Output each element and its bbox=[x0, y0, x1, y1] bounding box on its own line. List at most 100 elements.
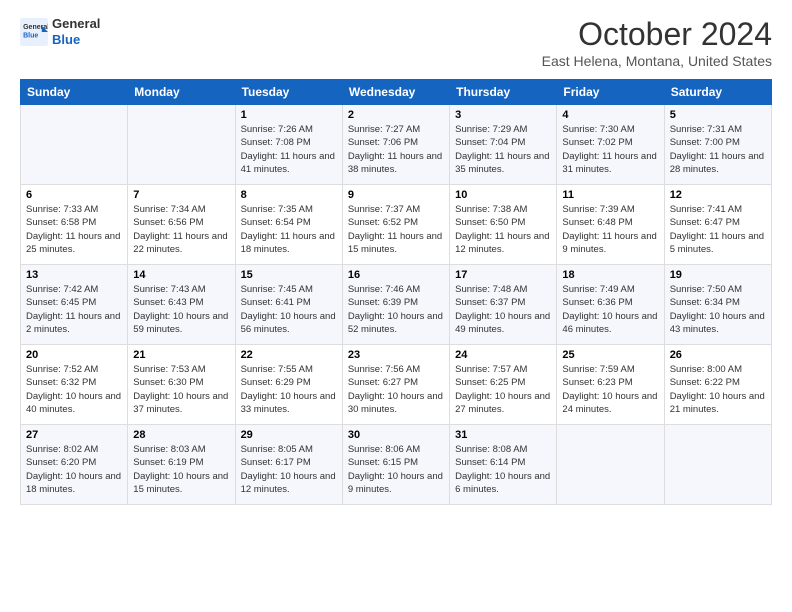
day-number: 23 bbox=[348, 349, 444, 361]
day-number: 4 bbox=[562, 109, 658, 121]
day-number: 3 bbox=[455, 109, 551, 121]
header-day-tuesday: Tuesday bbox=[235, 80, 342, 105]
day-cell-6: 6 Sunrise: 7:33 AM Sunset: 6:58 PM Daylig… bbox=[21, 185, 128, 265]
location: East Helena, Montana, United States bbox=[542, 53, 772, 69]
day-info: Sunrise: 7:31 AM Sunset: 7:00 PM Dayligh… bbox=[670, 123, 766, 176]
day-cell-12: 12 Sunrise: 7:41 AM Sunset: 6:47 PM Dayli… bbox=[664, 185, 771, 265]
day-number: 28 bbox=[133, 429, 229, 441]
day-cell-4: 4 Sunrise: 7:30 AM Sunset: 7:02 PM Daylig… bbox=[557, 105, 664, 185]
day-info: Sunrise: 7:27 AM Sunset: 7:06 PM Dayligh… bbox=[348, 123, 444, 176]
header-day-monday: Monday bbox=[128, 80, 235, 105]
day-number: 27 bbox=[26, 429, 122, 441]
day-number: 29 bbox=[241, 429, 337, 441]
day-info: Sunrise: 8:00 AM Sunset: 6:22 PM Dayligh… bbox=[670, 363, 766, 416]
page-header: General Blue General Blue October 2024 E… bbox=[20, 16, 772, 69]
logo-name-blue: Blue bbox=[52, 32, 100, 48]
day-info: Sunrise: 7:55 AM Sunset: 6:29 PM Dayligh… bbox=[241, 363, 337, 416]
day-info: Sunrise: 7:30 AM Sunset: 7:02 PM Dayligh… bbox=[562, 123, 658, 176]
day-number: 9 bbox=[348, 189, 444, 201]
week-row-2: 6 Sunrise: 7:33 AM Sunset: 6:58 PM Daylig… bbox=[21, 185, 772, 265]
day-info: Sunrise: 7:57 AM Sunset: 6:25 PM Dayligh… bbox=[455, 363, 551, 416]
day-cell-28: 28 Sunrise: 8:03 AM Sunset: 6:19 PM Dayli… bbox=[128, 425, 235, 505]
day-number: 7 bbox=[133, 189, 229, 201]
day-info: Sunrise: 7:33 AM Sunset: 6:58 PM Dayligh… bbox=[26, 203, 122, 256]
logo-name-general: General bbox=[52, 16, 100, 32]
day-info: Sunrise: 7:39 AM Sunset: 6:48 PM Dayligh… bbox=[562, 203, 658, 256]
day-number: 15 bbox=[241, 269, 337, 281]
header-day-wednesday: Wednesday bbox=[342, 80, 449, 105]
day-number: 31 bbox=[455, 429, 551, 441]
week-row-1: 1Sunrise: 7:26 AM Sunset: 7:08 PM Daylig… bbox=[21, 105, 772, 185]
day-cell-21: 21Sunrise: 7:53 AM Sunset: 6:30 PM Dayli… bbox=[128, 345, 235, 425]
logo: General Blue General Blue bbox=[20, 16, 100, 47]
day-info: Sunrise: 7:56 AM Sunset: 6:27 PM Dayligh… bbox=[348, 363, 444, 416]
day-info: Sunrise: 8:06 AM Sunset: 6:15 PM Dayligh… bbox=[348, 443, 444, 496]
header-row: SundayMondayTuesdayWednesdayThursdayFrid… bbox=[21, 80, 772, 105]
day-cell-19: 19 Sunrise: 7:50 AM Sunset: 6:34 PM Dayli… bbox=[664, 265, 771, 345]
day-info: Sunrise: 7:26 AM Sunset: 7:08 PM Dayligh… bbox=[241, 123, 337, 176]
day-cell-25: 25 Sunrise: 7:59 AM Sunset: 6:23 PM Dayli… bbox=[557, 345, 664, 425]
day-info: Sunrise: 7:42 AM Sunset: 6:45 PM Dayligh… bbox=[26, 283, 122, 336]
day-info: Sunrise: 8:05 AM Sunset: 6:17 PM Dayligh… bbox=[241, 443, 337, 496]
day-cell-8: 8 Sunrise: 7:35 AM Sunset: 6:54 PM Daylig… bbox=[235, 185, 342, 265]
day-info: Sunrise: 7:45 AM Sunset: 6:41 PM Dayligh… bbox=[241, 283, 337, 336]
day-number: 10 bbox=[455, 189, 551, 201]
day-number: 25 bbox=[562, 349, 658, 361]
day-cell-31: 31 Sunrise: 8:08 AM Sunset: 6:14 PM Dayli… bbox=[450, 425, 557, 505]
day-number: 12 bbox=[670, 189, 766, 201]
day-info: Sunrise: 7:37 AM Sunset: 6:52 PM Dayligh… bbox=[348, 203, 444, 256]
day-info: Sunrise: 7:35 AM Sunset: 6:54 PM Dayligh… bbox=[241, 203, 337, 256]
day-cell-22: 22Sunrise: 7:55 AM Sunset: 6:29 PM Dayli… bbox=[235, 345, 342, 425]
day-cell-17: 17Sunrise: 7:48 AM Sunset: 6:37 PM Dayli… bbox=[450, 265, 557, 345]
day-cell-5: 5 Sunrise: 7:31 AM Sunset: 7:00 PM Daylig… bbox=[664, 105, 771, 185]
day-number: 2 bbox=[348, 109, 444, 121]
day-cell-14: 14 Sunrise: 7:43 AM Sunset: 6:43 PM Dayli… bbox=[128, 265, 235, 345]
header-day-thursday: Thursday bbox=[450, 80, 557, 105]
day-number: 16 bbox=[348, 269, 444, 281]
day-info: Sunrise: 7:41 AM Sunset: 6:47 PM Dayligh… bbox=[670, 203, 766, 256]
svg-text:Blue: Blue bbox=[23, 32, 38, 39]
day-number: 26 bbox=[670, 349, 766, 361]
day-cell-15: 15 Sunrise: 7:45 AM Sunset: 6:41 PM Dayli… bbox=[235, 265, 342, 345]
day-cell-10: 10Sunrise: 7:38 AM Sunset: 6:50 PM Dayli… bbox=[450, 185, 557, 265]
day-number: 11 bbox=[562, 189, 658, 201]
day-cell-18: 18 Sunrise: 7:49 AM Sunset: 6:36 PM Dayli… bbox=[557, 265, 664, 345]
day-number: 21 bbox=[133, 349, 229, 361]
day-info: Sunrise: 7:29 AM Sunset: 7:04 PM Dayligh… bbox=[455, 123, 551, 176]
day-cell-3: 3 Sunrise: 7:29 AM Sunset: 7:04 PM Daylig… bbox=[450, 105, 557, 185]
day-info: Sunrise: 8:02 AM Sunset: 6:20 PM Dayligh… bbox=[26, 443, 122, 496]
day-info: Sunrise: 7:43 AM Sunset: 6:43 PM Dayligh… bbox=[133, 283, 229, 336]
day-info: Sunrise: 7:49 AM Sunset: 6:36 PM Dayligh… bbox=[562, 283, 658, 336]
day-info: Sunrise: 7:59 AM Sunset: 6:23 PM Dayligh… bbox=[562, 363, 658, 416]
day-number: 5 bbox=[670, 109, 766, 121]
day-cell-27: 27 Sunrise: 8:02 AM Sunset: 6:20 PM Dayli… bbox=[21, 425, 128, 505]
day-info: Sunrise: 8:03 AM Sunset: 6:19 PM Dayligh… bbox=[133, 443, 229, 496]
day-info: Sunrise: 7:50 AM Sunset: 6:34 PM Dayligh… bbox=[670, 283, 766, 336]
empty-cell bbox=[664, 425, 771, 505]
day-cell-26: 26 Sunrise: 8:00 AM Sunset: 6:22 PM Dayli… bbox=[664, 345, 771, 425]
day-number: 18 bbox=[562, 269, 658, 281]
day-info: Sunrise: 8:08 AM Sunset: 6:14 PM Dayligh… bbox=[455, 443, 551, 496]
day-cell-24: 24 Sunrise: 7:57 AM Sunset: 6:25 PM Dayli… bbox=[450, 345, 557, 425]
day-info: Sunrise: 7:46 AM Sunset: 6:39 PM Dayligh… bbox=[348, 283, 444, 336]
day-number: 19 bbox=[670, 269, 766, 281]
day-info: Sunrise: 7:52 AM Sunset: 6:32 PM Dayligh… bbox=[26, 363, 122, 416]
calendar-table: SundayMondayTuesdayWednesdayThursdayFrid… bbox=[20, 79, 772, 505]
week-row-5: 27 Sunrise: 8:02 AM Sunset: 6:20 PM Dayli… bbox=[21, 425, 772, 505]
day-cell-1: 1Sunrise: 7:26 AM Sunset: 7:08 PM Daylig… bbox=[235, 105, 342, 185]
day-cell-30: 30Sunrise: 8:06 AM Sunset: 6:15 PM Dayli… bbox=[342, 425, 449, 505]
day-cell-20: 20Sunrise: 7:52 AM Sunset: 6:32 PM Dayli… bbox=[21, 345, 128, 425]
day-number: 17 bbox=[455, 269, 551, 281]
day-cell-11: 11 Sunrise: 7:39 AM Sunset: 6:48 PM Dayli… bbox=[557, 185, 664, 265]
title-block: October 2024 East Helena, Montana, Unite… bbox=[542, 16, 772, 69]
day-info: Sunrise: 7:34 AM Sunset: 6:56 PM Dayligh… bbox=[133, 203, 229, 256]
day-number: 6 bbox=[26, 189, 122, 201]
week-row-3: 13Sunrise: 7:42 AM Sunset: 6:45 PM Dayli… bbox=[21, 265, 772, 345]
day-number: 14 bbox=[133, 269, 229, 281]
day-number: 24 bbox=[455, 349, 551, 361]
empty-cell bbox=[128, 105, 235, 185]
day-cell-13: 13Sunrise: 7:42 AM Sunset: 6:45 PM Dayli… bbox=[21, 265, 128, 345]
empty-cell bbox=[21, 105, 128, 185]
month-title: October 2024 bbox=[542, 16, 772, 53]
day-number: 8 bbox=[241, 189, 337, 201]
